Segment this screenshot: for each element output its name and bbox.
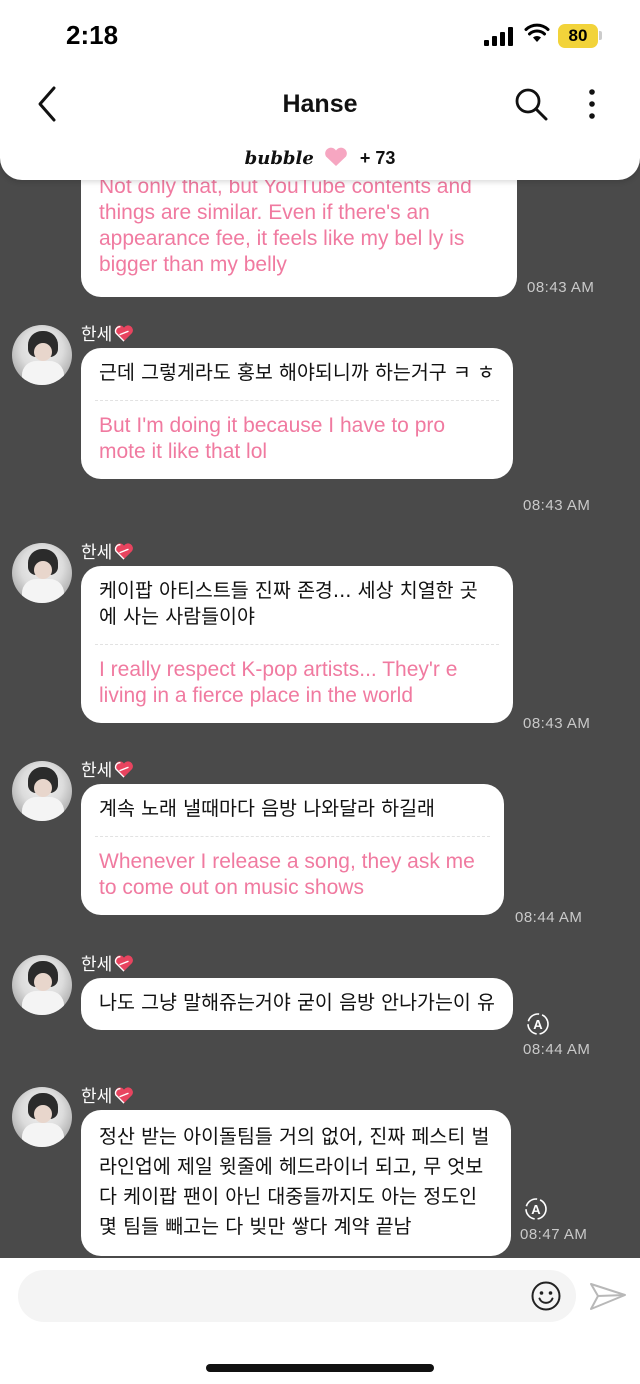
subscriber-info[interactable]: bubble + 73	[0, 147, 640, 169]
heart-icon	[115, 955, 134, 972]
message-timestamp: 08:43 AM	[523, 497, 591, 514]
message-timestamp: 08:44 AM	[515, 909, 583, 926]
translate-icon[interactable]: A	[525, 1011, 551, 1037]
search-icon[interactable]	[513, 86, 549, 122]
original-text: 계속 노래 낼때마다 음방 나와달라 하길래	[99, 797, 435, 820]
avatar[interactable]	[12, 1087, 72, 1147]
wifi-icon	[524, 23, 550, 42]
status-bar: 2:18 80	[0, 0, 640, 70]
translated-text: Whenever I release a song, they ask me t…	[99, 850, 475, 899]
message-bubble[interactable]: 계속 노래 낼때마다 음방 나와달라 하길래 Whenever I releas…	[81, 784, 504, 915]
chat-area[interactable]: Not only that, but YouTube contents and …	[0, 0, 640, 1384]
heart-icon	[115, 543, 134, 560]
send-icon[interactable]	[588, 1280, 628, 1312]
message-input[interactable]	[18, 1270, 576, 1322]
translate-icon[interactable]: A	[523, 1196, 549, 1222]
svg-text:A: A	[531, 1202, 541, 1217]
heart-icon	[324, 147, 347, 167]
sender-name: 한세	[81, 950, 135, 975]
cellular-signal-icon	[484, 26, 514, 46]
heart-icon	[115, 325, 134, 342]
original-text: 케이팝 아티스트들 진짜 존경... 세상 치열한 곳에 사는 사람들이야	[99, 579, 478, 628]
avatar[interactable]	[12, 543, 72, 603]
brand-logo: bubble	[244, 148, 314, 169]
subscriber-count: + 73	[359, 148, 396, 168]
translated-text: But I'm doing it because I have to pro m…	[99, 414, 446, 463]
avatar[interactable]	[12, 761, 72, 821]
message-timestamp: 08:44 AM	[523, 1041, 591, 1058]
message-bubble[interactable]: 케이팝 아티스트들 진짜 존경... 세상 치열한 곳에 사는 사람들이야 I …	[81, 566, 513, 723]
message-bubble[interactable]: 나도 그냥 말해쥬는거야 굳이 음방 안나가는이 유	[81, 978, 513, 1030]
message-bubble[interactable]: 정산 받는 아이돌팀들 거의 없어, 진짜 페스티 벌 라인업에 제일 윗줄에 …	[81, 1110, 511, 1256]
sender-name: 한세	[81, 320, 135, 345]
sender-name: 한세	[81, 538, 135, 563]
status-time: 2:18	[66, 20, 119, 50]
battery-icon: 80	[558, 24, 598, 48]
message-bubble[interactable]: 근데 그렇게라도 홍보 해야되니까 하는거구 ㅋ ㅎ But I'm doing…	[81, 348, 513, 479]
original-text: 나도 그냥 말해쥬는거야 굳이 음방 안나가는이 유	[99, 991, 495, 1014]
message-composer	[0, 1258, 640, 1384]
heart-icon	[115, 761, 134, 778]
sender-name: 한세	[81, 756, 135, 781]
heart-icon	[115, 1087, 134, 1104]
avatar[interactable]	[12, 955, 72, 1015]
more-options-icon[interactable]	[580, 84, 604, 124]
original-text: 정산 받는 아이돌팀들 거의 없어, 진짜 페스티 벌 라인업에 제일 윗줄에 …	[99, 1125, 490, 1238]
message-timestamp: 08:43 AM	[523, 715, 591, 732]
message-timestamp: 08:43 AM	[527, 279, 595, 296]
sender-name: 한세	[81, 1082, 135, 1107]
home-indicator[interactable]	[206, 1364, 434, 1372]
translated-text: I really respect K-pop artists... They'r…	[99, 658, 458, 707]
emoji-icon[interactable]	[530, 1280, 562, 1312]
avatar[interactable]	[12, 325, 72, 385]
original-text: 근데 그렇게라도 홍보 해야되니까 하는거구 ㅋ ㅎ	[99, 361, 495, 384]
message-timestamp: 08:47 AM	[520, 1226, 588, 1243]
svg-text:A: A	[533, 1017, 543, 1032]
battery-tip	[599, 31, 602, 40]
chat-header: Hanse bubble + 73	[0, 70, 640, 180]
